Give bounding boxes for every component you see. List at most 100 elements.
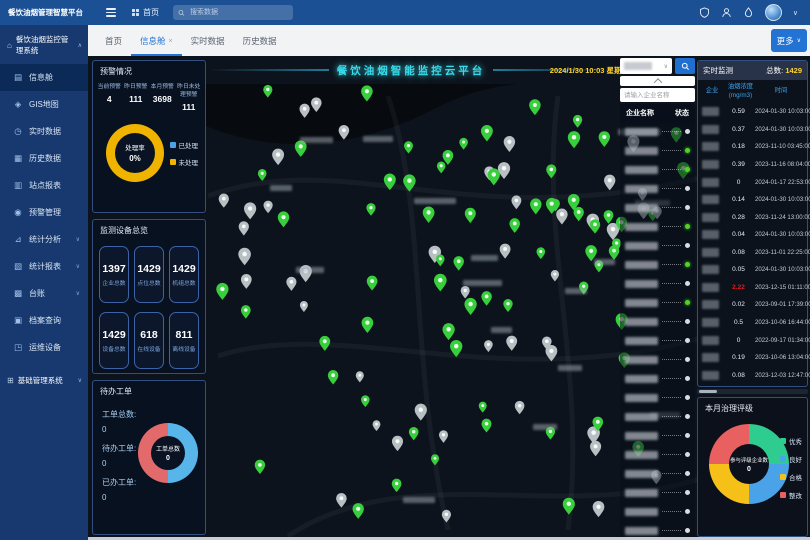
sidebar-item-gis-map[interactable]: ◈GIS地图 [0,91,88,118]
list-item[interactable] [620,350,695,369]
legend-label: 良好 [789,454,802,464]
blurred-map-label [533,424,557,430]
user-badge-icon[interactable] [721,7,732,18]
sidebar-group-base-system[interactable]: ⊞ 基础管理系统 ∨ [0,366,88,394]
search-input[interactable] [188,8,288,17]
stat-value: 1397 [102,263,125,275]
list-item[interactable] [620,388,695,407]
chevron-down-icon[interactable]: ∨ [793,9,798,17]
more-button[interactable]: 更多∨ [771,29,807,52]
list-item[interactable] [620,217,695,236]
concentration-value: 0.39 [722,161,755,168]
map-title: 餐饮油烟智能监控云平台 [337,63,486,78]
list-item[interactable] [620,198,695,217]
sidebar-item-station-report[interactable]: ▥站点报表 [0,172,88,199]
blurred-company-name [625,413,658,421]
table-row[interactable]: 0.192023-10-06 13:04:00 [698,353,807,362]
stat-label: 工单总数: [102,409,136,420]
sidebar-group-smoke-system[interactable]: ⌂ 餐饮油烟监控管理系统 ∧ [0,25,88,64]
timestamp: 2023-11-24 13:00:00 [755,214,810,221]
stat-value: 0 [102,493,136,502]
table-row[interactable]: 0.042024-01-30 10:03:00 [698,230,807,239]
list-item[interactable] [620,293,695,312]
sidebar-item-label: 运维设备 [29,342,61,353]
collapse-button[interactable] [620,76,695,86]
table-row[interactable]: 0.52023-10-06 16:44:00 [698,318,807,327]
table-row[interactable]: 2.222023-12-15 01:11:00 [698,283,807,292]
list-item[interactable] [620,407,695,426]
list-item[interactable] [620,122,695,141]
table-row[interactable]: 0.592024-01-30 10:03:00 [698,107,807,116]
sidebar-item-stats-report[interactable]: ▧统计报表∨ [0,253,88,280]
list-item[interactable] [620,274,695,293]
sidebar-item-info-cabin[interactable]: ▤信息舱 [0,64,88,91]
flame-icon[interactable] [743,7,754,18]
list-item[interactable] [620,312,695,331]
table-row[interactable]: 0.082023-11-01 22:25:00 [698,248,807,257]
list-item[interactable] [620,445,695,464]
list-item[interactable] [620,141,695,160]
table-row[interactable]: 02022-09-17 01:34:00 [698,336,807,345]
dotted-leader [662,473,681,474]
stat-label: 当前预警 [96,84,123,92]
info-cabin-icon: ▤ [13,72,23,83]
warning-stat: 昨日预警111 [123,84,150,112]
list-item[interactable] [620,464,695,483]
company-name-input[interactable] [620,88,695,102]
topbar-home-chip[interactable]: 首页 [132,7,159,18]
sidebar-item-stats-analysis[interactable]: ⊿统计分析∨ [0,226,88,253]
sidebar-group-label: 基础管理系统 [18,375,63,386]
tab-realtime-data[interactable]: 实时数据 [182,35,234,56]
table-row[interactable]: 0.182023-11-10 03:45:00 [698,142,807,151]
table-row[interactable]: 0.022023-09-01 17:39:00 [698,300,807,309]
blurred-company-name [625,242,658,250]
tab-info-cabin[interactable]: 信息舱× [131,35,182,56]
tab-home[interactable]: 首页 [96,35,131,56]
list-item[interactable] [620,255,695,274]
sidebar-item-history-data[interactable]: ▦历史数据 [0,145,88,172]
table-row[interactable]: 0.082023-12-03 12:47:00 [698,371,807,380]
tab-history-data[interactable]: 历史数据 [234,35,286,56]
close-icon[interactable]: × [169,38,173,45]
list-item[interactable] [620,179,695,198]
list-item[interactable] [620,483,695,502]
list-item[interactable] [620,160,695,179]
table-row[interactable]: 0.372024-01-30 10:03:00 [698,125,807,134]
column-company: 企业 [700,87,724,96]
concentration-value: 2.22 [722,284,755,291]
archive-query-icon: ▣ [13,315,23,326]
stat-value: 1429 [137,263,160,275]
shield-icon[interactable] [699,7,710,18]
list-item[interactable] [620,426,695,445]
workorder-panel: 待办工单 工单总数:0待办工单:0已办工单:0 工单总数 0 [92,380,206,535]
region-dropdown[interactable]: ∨ [620,58,672,74]
table-row[interactable]: 0.142024-01-30 10:03:00 [698,195,807,204]
sidebar-item-realtime-data[interactable]: ◷实时数据 [0,118,88,145]
table-row[interactable]: 0.282023-11-24 13:00:00 [698,213,807,222]
dashboard: 餐饮油烟智能监控云平台 2024/1/30 10:03 星期二 预警情况 当前预… [88,56,810,537]
timestamp: 2023-12-15 01:11:00 [755,284,810,291]
list-item[interactable] [620,502,695,521]
sidebar-item-archive-query[interactable]: ▣档案查询 [0,307,88,334]
timestamp: 2023-10-06 13:04:00 [755,354,810,361]
table-row[interactable]: 02024-01-17 22:53:00 [698,178,807,187]
table-row[interactable]: 0.392023-11-16 08:04:00 [698,160,807,169]
list-item[interactable] [620,331,695,350]
status-dot-online [685,300,690,305]
blurred-map-label [270,185,292,191]
sidebar-item-ledger[interactable]: ▩台账∨ [0,280,88,307]
hamburger-menu-icon[interactable] [106,8,116,17]
sidebar-item-ops-device[interactable]: ◳运维设备 [0,334,88,361]
horizontal-scrollbar[interactable] [697,389,808,394]
avatar[interactable] [765,4,782,21]
legend-swatch [780,456,786,462]
list-item[interactable] [620,236,695,255]
list-item[interactable] [620,369,695,388]
sidebar-item-warning-mgmt[interactable]: ◉预警管理 [0,199,88,226]
table-row[interactable]: 0.052024-01-30 10:03:00 [698,265,807,274]
stat-value: 618 [140,329,158,341]
sidebar-item-label: GIS地图 [29,99,59,110]
list-item[interactable] [620,521,695,537]
search-button[interactable] [675,58,695,74]
topbar-search[interactable] [173,5,293,20]
